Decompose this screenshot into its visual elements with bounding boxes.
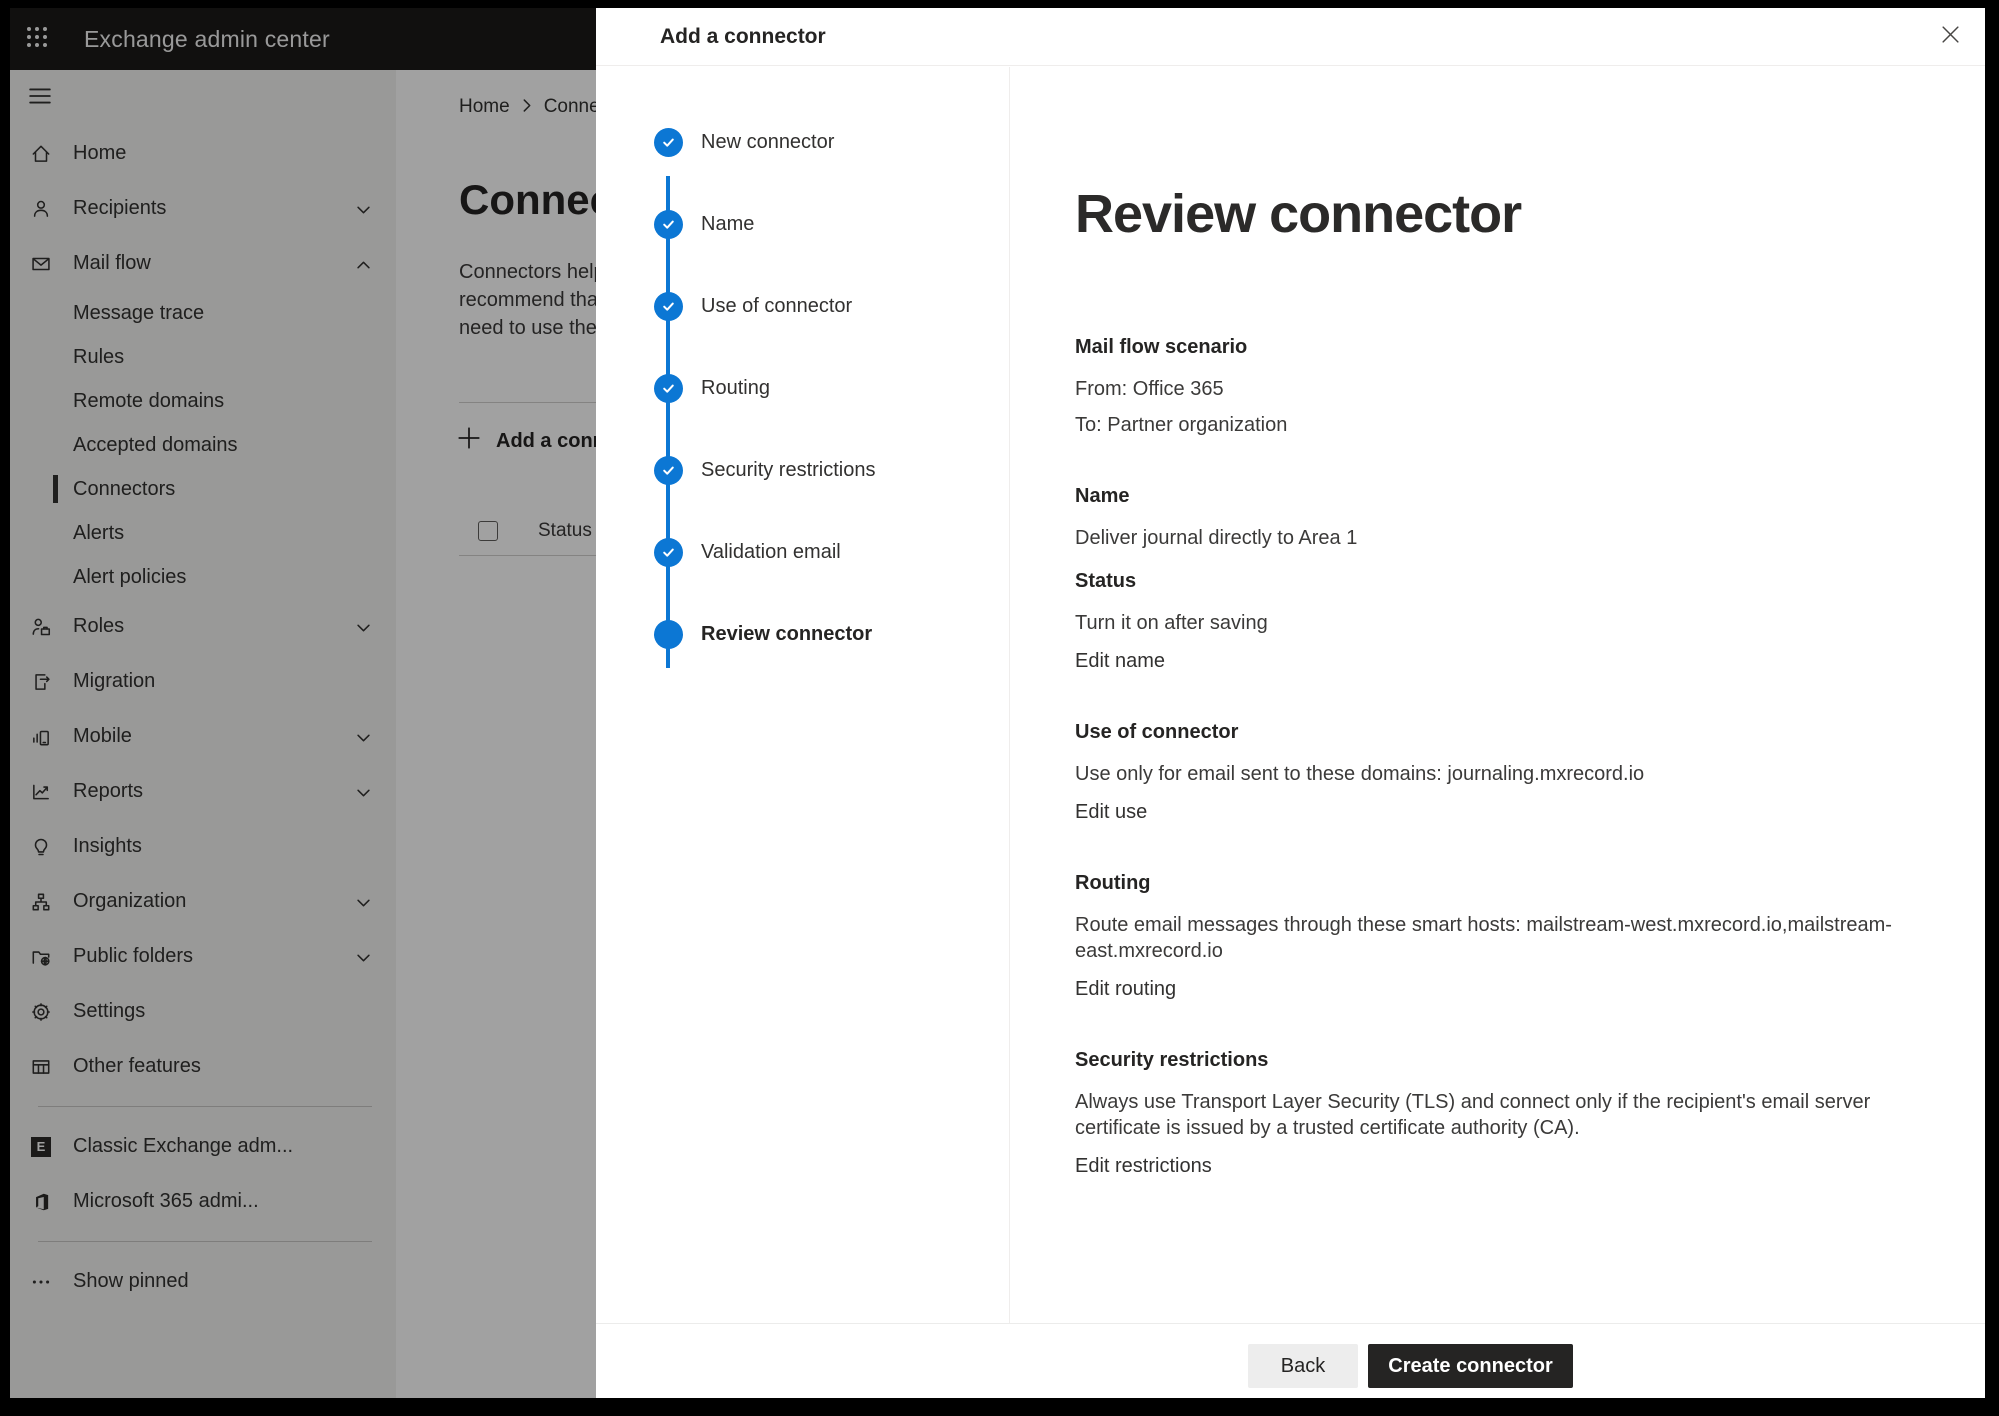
step-complete-icon xyxy=(654,210,683,239)
security-value-line1: Always use Transport Layer Security (TLS… xyxy=(1075,1089,1985,1115)
section-title-security-restrictions: Security restrictions xyxy=(1075,1048,1985,1072)
close-button[interactable] xyxy=(1935,22,1965,52)
mail-flow-from: From: Office 365 xyxy=(1075,376,1985,402)
review-pane: Review connector Mail flow scenario From… xyxy=(1010,67,1985,1323)
edit-restrictions-link[interactable]: Edit restrictions xyxy=(1075,1153,1212,1179)
edit-use-link[interactable]: Edit use xyxy=(1075,799,1147,825)
wizard-steps: New connector Name Use of connector xyxy=(596,67,1010,1323)
step-validation-email[interactable]: Validation email xyxy=(596,511,1009,593)
step-name[interactable]: Name xyxy=(596,183,1009,265)
connector-name-value: Deliver journal directly to Area 1 xyxy=(1075,525,1985,551)
section-title-name: Name xyxy=(1075,484,1985,508)
step-complete-icon xyxy=(654,456,683,485)
step-complete-icon xyxy=(654,128,683,157)
panel-title: Add a connector xyxy=(660,25,826,49)
section-subtitle-status: Status xyxy=(1075,569,1985,593)
routing-value-line1: Route email messages through these smart… xyxy=(1075,912,1985,938)
step-use-of-connector[interactable]: Use of connector xyxy=(596,265,1009,347)
step-complete-icon xyxy=(654,292,683,321)
panel-footer: Back Create connector xyxy=(596,1323,1985,1398)
add-connector-panel: Add a connector New connector xyxy=(596,8,1985,1398)
screenshot-frame: Exchange admin center Home Recipients xyxy=(0,0,1999,1416)
exchange-admin-window: Exchange admin center Home Recipients xyxy=(10,8,1985,1398)
create-connector-button[interactable]: Create connector xyxy=(1368,1344,1573,1388)
close-icon xyxy=(1940,24,1961,50)
back-button[interactable]: Back xyxy=(1248,1344,1358,1388)
section-title-mail-flow-scenario: Mail flow scenario xyxy=(1075,335,1985,359)
security-value-line2: certificate is issued by a trusted certi… xyxy=(1075,1115,1985,1141)
section-title-routing: Routing xyxy=(1075,871,1985,895)
edit-routing-link[interactable]: Edit routing xyxy=(1075,976,1176,1002)
step-new-connector[interactable]: New connector xyxy=(596,101,1009,183)
use-of-connector-value: Use only for email sent to these domains… xyxy=(1075,761,1985,787)
step-review-connector[interactable]: Review connector xyxy=(596,593,1009,675)
mail-flow-to: To: Partner organization xyxy=(1075,412,1985,438)
step-routing[interactable]: Routing xyxy=(596,347,1009,429)
section-title-use-of-connector: Use of connector xyxy=(1075,720,1985,744)
routing-value-line2: east.mxrecord.io xyxy=(1075,938,1985,964)
step-security-restrictions[interactable]: Security restrictions xyxy=(596,429,1009,511)
edit-name-link[interactable]: Edit name xyxy=(1075,648,1165,674)
panel-header: Add a connector xyxy=(596,8,1985,66)
status-value: Turn it on after saving xyxy=(1075,610,1985,636)
step-complete-icon xyxy=(654,374,683,403)
step-current-icon xyxy=(654,620,683,649)
review-heading: Review connector xyxy=(1075,183,1985,245)
step-complete-icon xyxy=(654,538,683,567)
